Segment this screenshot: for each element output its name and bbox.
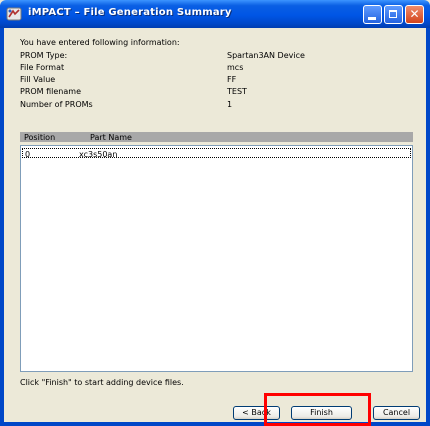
cell-part-name: xc3s50an: [79, 150, 118, 159]
close-button[interactable]: ✕: [405, 5, 424, 24]
prom-type-value: Spartan3AN Device: [227, 51, 305, 60]
impact-app-icon: [6, 7, 22, 21]
number-of-proms-value: 1: [227, 100, 233, 109]
file-format-label: File Format: [20, 63, 65, 72]
window-frame-left: [0, 28, 4, 426]
window-frame-right: [426, 28, 430, 426]
table-row[interactable]: 0 xc3s50an: [22, 148, 411, 159]
cancel-button[interactable]: Cancel: [373, 406, 420, 420]
minimize-button[interactable]: [363, 5, 382, 24]
device-list[interactable]: 0 xc3s50an: [20, 145, 413, 372]
column-header-position[interactable]: Position: [24, 133, 55, 142]
prom-filename-label: PROM filename: [20, 87, 81, 96]
highlight-box: [264, 393, 371, 426]
table-header: Position Part Name: [20, 132, 413, 142]
number-of-proms-label: Number of PROMs: [20, 100, 93, 109]
prom-type-label: PROM Type:: [20, 51, 68, 60]
hint-text: Click "Finish" to start adding device fi…: [20, 378, 184, 387]
file-generation-summary-dialog: iMPACT – File Generation Summary ✕ You h…: [0, 0, 430, 426]
maximize-button[interactable]: [384, 5, 403, 24]
cell-position: 0: [25, 150, 31, 159]
window-title: iMPACT – File Generation Summary: [28, 7, 232, 18]
fill-value-label: Fill Value: [20, 75, 56, 84]
column-header-part-name[interactable]: Part Name: [90, 133, 132, 142]
file-format-value: mcs: [227, 63, 244, 72]
close-icon: ✕: [409, 7, 420, 21]
fill-value-value: FF: [227, 75, 237, 84]
title-bar[interactable]: iMPACT – File Generation Summary ✕: [0, 0, 430, 28]
summary-intro: You have entered following information:: [20, 38, 180, 47]
prom-filename-value: TEST: [227, 87, 247, 96]
